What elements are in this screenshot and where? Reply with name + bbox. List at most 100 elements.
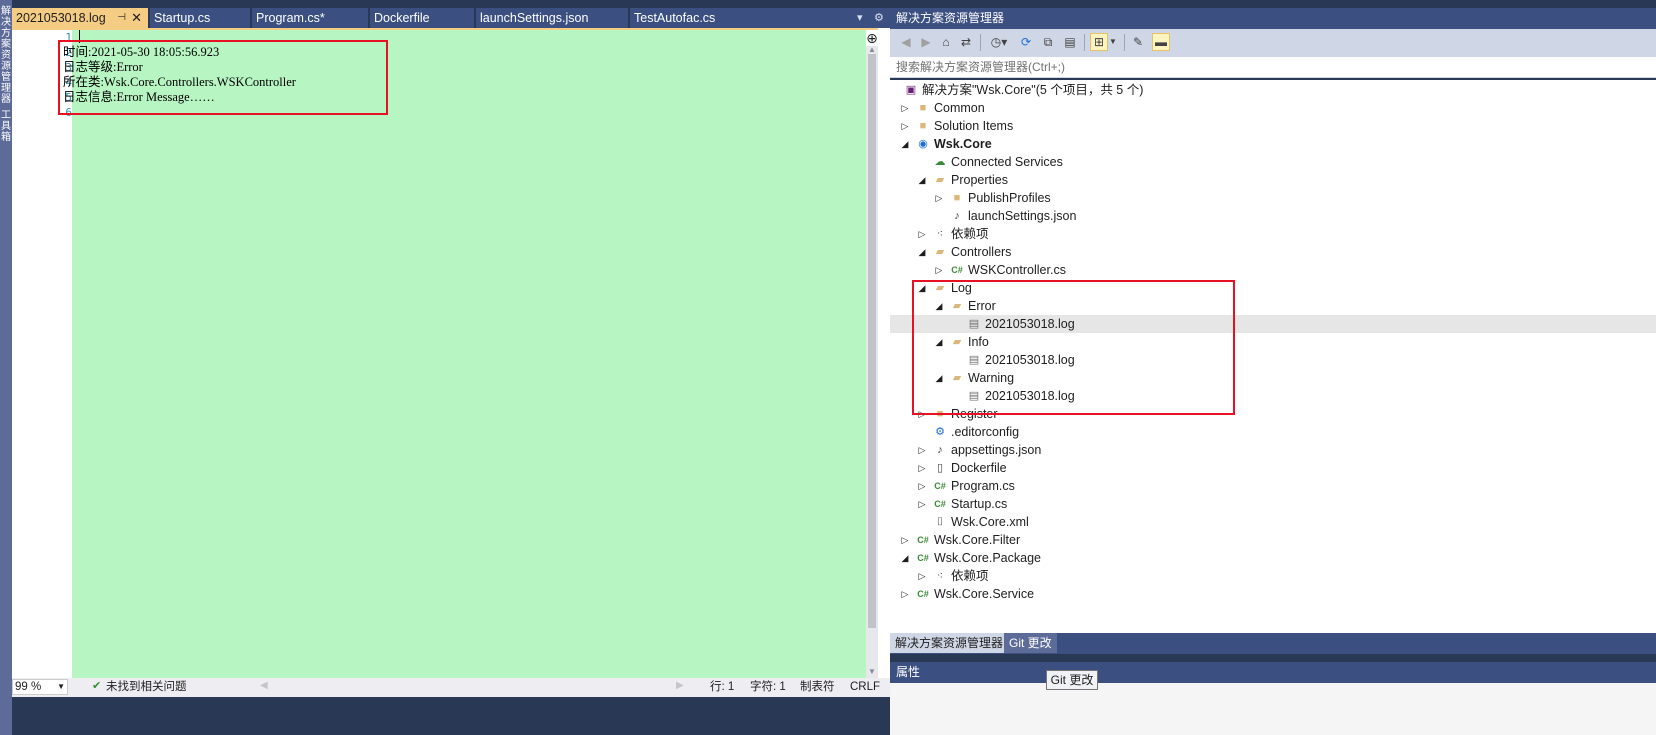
solution-tree[interactable]: ▣ 解决方案"Wsk.Core"(5 个项目，共 5 个) ▷ ■ Common ▷ ■ So… xyxy=(890,80,1656,633)
dependencies-icon: ⁖ xyxy=(936,570,944,582)
collapsed-arrow-icon[interactable]: ▷ xyxy=(900,585,910,603)
tree-item[interactable]: ◢ C# Wsk.Core.Package xyxy=(890,549,1656,567)
tooltip: Git 更改 xyxy=(1046,670,1098,690)
collapsed-arrow-icon[interactable]: ▷ xyxy=(900,99,910,117)
tab-solution-explorer[interactable]: 解决方案资源管理器 xyxy=(890,633,1009,653)
tree-item[interactable]: ▷ ⁖ 依赖项 xyxy=(890,225,1656,243)
tree-item[interactable]: ☁ Connected Services xyxy=(890,153,1656,171)
tree-item[interactable]: ♪ launchSettings.json xyxy=(890,207,1656,225)
scroll-thumb[interactable] xyxy=(868,54,876,628)
properties-folder-icon: ▰ xyxy=(935,174,945,186)
issues-status[interactable]: 未找到相关问题 xyxy=(106,680,187,694)
show-all-files-icon[interactable]: ▤ xyxy=(1062,34,1078,50)
tab-program-cs[interactable]: Program.cs* xyxy=(252,8,368,28)
expanded-arrow-icon[interactable]: ◢ xyxy=(900,135,910,153)
annotation-box xyxy=(912,280,1235,415)
eol-indicator[interactable]: CRLF xyxy=(850,680,880,694)
code-editor[interactable]: 1 2 3 4 5 6 时间:2021-05-30 18:05:56.923 日… xyxy=(12,28,890,678)
expanded-arrow-icon[interactable]: ◢ xyxy=(917,171,927,189)
chevron-down-icon[interactable]: ▼ xyxy=(1108,34,1118,50)
pending-changes-filter-icon[interactable]: ◷▾ xyxy=(986,34,1012,50)
home-icon[interactable]: ⌂ xyxy=(938,34,954,50)
editor-tab-bar: 2021053018.log ⊣ ✕ Startup.cs Program.cs… xyxy=(12,8,890,28)
collapsed-arrow-icon[interactable]: ▷ xyxy=(917,441,927,459)
zoom-dropdown[interactable]: 99 % ▼ xyxy=(12,679,68,695)
tab-dropdown-icon[interactable]: ▾ xyxy=(857,8,863,28)
xml-file-icon: ⌷ xyxy=(936,516,944,528)
solution-explorer-side-tab[interactable]: 解决方案资源管理器 xyxy=(1,6,11,105)
tab-label: Startup.cs xyxy=(154,11,211,25)
tree-item[interactable]: ▷ ▯ Dockerfile xyxy=(890,459,1656,477)
web-project-icon: ◉ xyxy=(918,138,928,150)
csharp-file-icon: C# xyxy=(951,265,963,275)
pin-icon[interactable]: ⊣ xyxy=(117,8,126,28)
sync-active-document-icon[interactable]: ⊞ xyxy=(1090,33,1108,51)
tree-item[interactable]: ▷ ■ Solution Items xyxy=(890,117,1656,135)
solution-explorer-toolbar: ◀ ▶ ⌂ ⇄ ◷▾ ⟳ ⧉ ▤ ⊞ ▼ ✎ ▬ xyxy=(890,29,1656,57)
tree-item[interactable]: ◢ ▰ Controllers xyxy=(890,243,1656,261)
forward-icon[interactable]: ▶ xyxy=(918,34,934,50)
properties-wrench-icon[interactable]: ✎ xyxy=(1130,34,1146,50)
collapsed-arrow-icon[interactable]: ▷ xyxy=(934,261,944,279)
sync-icon[interactable]: ⟳ xyxy=(1018,34,1034,50)
tab-2021053018-log[interactable]: 2021053018.log ⊣ ✕ xyxy=(12,8,148,28)
tab-dockerfile[interactable]: Dockerfile xyxy=(370,8,474,28)
preview-selected-items-icon[interactable]: ▬ xyxy=(1152,33,1170,51)
tree-item-label: PublishProfiles xyxy=(968,191,1051,205)
tree-item[interactable]: ◢ ◉ Wsk.Core xyxy=(890,135,1656,153)
scroll-right-icon[interactable]: ▶ xyxy=(676,680,684,691)
collapsed-arrow-icon[interactable]: ▷ xyxy=(917,495,927,513)
scroll-left-icon[interactable]: ◀ xyxy=(260,680,268,691)
tree-item[interactable]: ▷ ■ PublishProfiles xyxy=(890,189,1656,207)
split-editor-icon[interactable]: ⊕ xyxy=(866,30,878,46)
folder-icon: ■ xyxy=(919,120,927,132)
tab-testautofac-cs[interactable]: TestAutofac.cs xyxy=(630,8,756,28)
zoom-value: 99 % xyxy=(15,681,42,693)
tree-item[interactable]: ⚙ .editorconfig xyxy=(890,423,1656,441)
collapsed-arrow-icon[interactable]: ▷ xyxy=(900,117,910,135)
collapsed-arrow-icon[interactable]: ▷ xyxy=(934,189,944,207)
tree-item[interactable]: ▣ 解决方案"Wsk.Core"(5 个项目，共 5 个) xyxy=(890,81,1656,99)
collapsed-arrow-icon[interactable]: ▷ xyxy=(917,567,927,585)
close-icon[interactable]: ✕ xyxy=(131,8,142,28)
settings-icon[interactable]: ⚙ xyxy=(874,8,884,28)
tab-startup-cs[interactable]: Startup.cs xyxy=(150,8,250,28)
scroll-up-icon[interactable]: ▲ xyxy=(866,46,878,54)
tree-item[interactable]: ⌷ Wsk.Core.xml xyxy=(890,513,1656,531)
expanded-arrow-icon[interactable]: ◢ xyxy=(900,549,910,567)
tabs-indicator[interactable]: 制表符 xyxy=(800,680,835,694)
tree-item[interactable]: ▷ C# Program.cs xyxy=(890,477,1656,495)
scroll-down-icon[interactable]: ▼ xyxy=(866,668,878,676)
collapsed-arrow-icon[interactable]: ▷ xyxy=(917,459,927,477)
back-icon[interactable]: ◀ xyxy=(898,34,914,50)
tab-git-changes[interactable]: Git 更改 xyxy=(1004,633,1057,653)
csharp-file-icon: C# xyxy=(934,481,946,491)
tree-item-label: 解决方案"Wsk.Core"(5 个项目，共 5 个) xyxy=(922,83,1144,97)
tree-item[interactable]: ▷ ♪ appsettings.json xyxy=(890,441,1656,459)
tree-item[interactable]: ▷ C# Wsk.Core.Service xyxy=(890,585,1656,603)
tree-item-label: Dockerfile xyxy=(951,461,1007,475)
vertical-scrollbar[interactable]: ▲ ▼ xyxy=(866,30,878,678)
tree-item[interactable]: ▷ C# Startup.cs xyxy=(890,495,1656,513)
tree-item[interactable]: ▷ ⁖ 依赖项 xyxy=(890,567,1656,585)
folder-icon: ■ xyxy=(919,102,927,114)
code-area[interactable] xyxy=(28,30,866,678)
line-indicator[interactable]: 行: 1 xyxy=(710,680,734,694)
expanded-arrow-icon[interactable]: ◢ xyxy=(917,243,927,261)
collapsed-arrow-icon[interactable]: ▷ xyxy=(900,531,910,549)
tab-launchsettings-json[interactable]: launchSettings.json xyxy=(476,8,628,28)
tree-item[interactable]: ▷ ■ Common xyxy=(890,99,1656,117)
collapsed-arrow-icon[interactable]: ▷ xyxy=(917,477,927,495)
tree-item-label: Wsk.Core.xml xyxy=(951,515,1029,529)
solution-explorer-search-input[interactable]: 搜索解决方案资源管理器(Ctrl+;) xyxy=(890,57,1656,78)
tree-item[interactable]: ▷ C# WSKController.cs xyxy=(890,261,1656,279)
tree-item[interactable]: ▷ C# Wsk.Core.Filter xyxy=(890,531,1656,549)
collapse-all-icon[interactable]: ⧉ xyxy=(1040,34,1056,50)
collapsed-arrow-icon[interactable]: ▷ xyxy=(917,225,927,243)
tree-item-label: Solution Items xyxy=(934,119,1014,133)
switch-views-icon[interactable]: ⇄ xyxy=(958,34,974,50)
char-indicator[interactable]: 字符: 1 xyxy=(750,680,786,694)
csharp-project-icon: C# xyxy=(917,589,929,599)
toolbox-side-tab[interactable]: 工具箱 xyxy=(1,110,11,150)
tree-item[interactable]: ◢ ▰ Properties xyxy=(890,171,1656,189)
